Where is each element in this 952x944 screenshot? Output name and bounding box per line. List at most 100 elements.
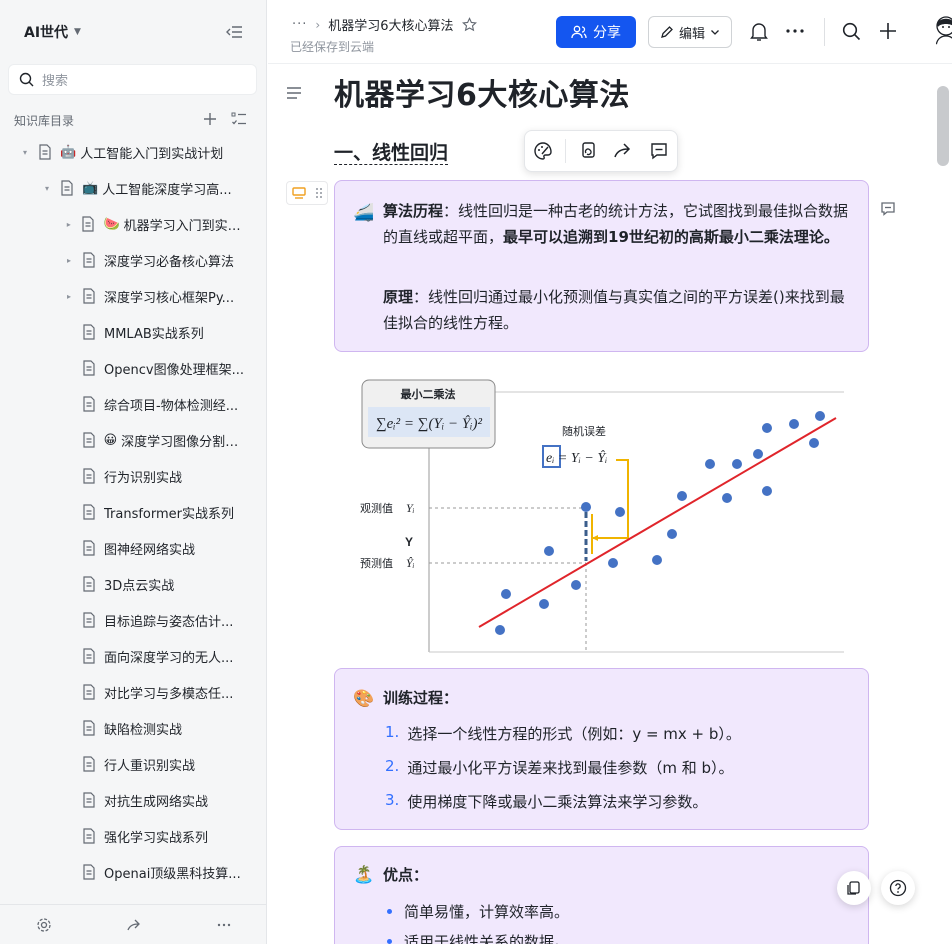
sidebar-item-label: 机器学习入门到实战...	[123, 218, 246, 234]
sidebar-item[interactable]: Openai顶级黑科技算...	[64, 854, 246, 890]
sidebar-item[interactable]: Opencv图像处理框架...	[64, 350, 246, 386]
sidebar-item[interactable]: 对比学习与多模态任...	[64, 674, 246, 710]
step-number: 1.	[385, 723, 400, 741]
scrollbar-track[interactable]	[938, 64, 952, 944]
sidebar-item[interactable]: 面向深度学习的无人...	[64, 638, 246, 674]
chevron-right-icon: ›	[315, 17, 321, 32]
expander-icon[interactable]: ▾	[20, 148, 30, 157]
sidebar-item[interactable]: ▸ 深度学习核心框架Py...	[64, 278, 246, 314]
expander-icon[interactable]: ▸	[64, 256, 74, 265]
breadcrumb-more[interactable]: ···	[292, 17, 307, 32]
sidebar-item[interactable]: 目标追踪与姿态估计...	[64, 602, 246, 638]
block-handle[interactable]	[286, 181, 328, 205]
sidebar-item[interactable]: 图神经网络实战	[64, 530, 246, 566]
copy-link-icon[interactable]	[570, 141, 606, 161]
avatar[interactable]	[932, 14, 952, 48]
step-number: 2.	[385, 757, 400, 775]
palette-icon[interactable]	[525, 141, 561, 161]
plus-icon[interactable]	[879, 22, 897, 40]
sidebar-item[interactable]: Transformer实战系列	[64, 494, 246, 530]
sidebar-item[interactable]: 行人重识别实战	[64, 746, 246, 782]
search-icon[interactable]	[842, 22, 861, 41]
sidebar-item-label: 对比学习与多模态任...	[104, 686, 234, 702]
sidebar-item[interactable]: 对抗生成网络实战	[64, 782, 246, 818]
data-point	[677, 491, 687, 501]
sidebar-item-label: Opencv图像处理框架...	[104, 362, 244, 378]
data-point	[753, 449, 763, 459]
callout-history: 🚄 算法历程：线性回归是一种古老的统计方法，它试图找到最佳拟合数据的直线或超平面…	[334, 180, 869, 352]
sidebar-item[interactable]: 3D点云实战	[64, 566, 246, 602]
outline-icon[interactable]	[286, 86, 302, 100]
divider	[824, 18, 825, 46]
data-point	[732, 459, 742, 469]
edit-button[interactable]: 编辑	[648, 16, 732, 48]
data-point	[652, 555, 662, 565]
document-body: 机器学习6大核心算法 一、线性回归 🚄 算法历程：线性回归是一种古老的统计方法，…	[268, 64, 938, 944]
scrollbar-thumb[interactable]	[937, 86, 949, 166]
help-button[interactable]	[881, 871, 915, 905]
breadcrumb-title[interactable]: 机器学习6大核心算法	[328, 15, 453, 34]
forward-icon[interactable]	[605, 141, 641, 161]
predicted-label: 预测值	[360, 557, 393, 570]
data-point	[501, 589, 511, 599]
sidebar-item[interactable]: ▾ 📺 人工智能深度学习高...	[42, 170, 246, 206]
document-icon	[82, 792, 96, 808]
workspace-switcher[interactable]: AI世代 ▼	[24, 22, 81, 42]
bell-icon[interactable]	[750, 22, 768, 42]
section-title: 知识库目录	[14, 114, 75, 128]
data-point	[571, 580, 581, 590]
add-icon[interactable]	[203, 112, 217, 126]
bullet-dot	[387, 939, 392, 944]
document-icon	[82, 360, 96, 376]
sidebar-item[interactable]: MMLAB实战系列	[64, 314, 246, 350]
sidebar-item-label: 行人重识别实战	[104, 758, 196, 774]
more-icon[interactable]	[216, 917, 232, 933]
pencil-icon	[661, 26, 673, 38]
callout-emoji: 🚄	[353, 203, 375, 223]
expander-icon[interactable]: ▸	[64, 220, 73, 229]
sidebar-item[interactable]: ▾ 🤖 人工智能入门到实战计划	[20, 134, 246, 170]
sidebar-item-label: 目标追踪与姿态估计...	[104, 614, 234, 630]
data-point	[762, 423, 772, 433]
sidebar: AI世代 ▼ 搜索 知识库目录 ▾ 🤖 人工智能入门到实战计划 ▾ 📺 人工智能深度学习高…	[0, 0, 267, 944]
sidebar-item-label: MMLAB实战系列	[104, 326, 204, 342]
add-comment-icon[interactable]	[880, 201, 896, 217]
search-input[interactable]: 搜索	[8, 64, 257, 95]
sidebar-item[interactable]: 缺陷检测实战	[64, 710, 246, 746]
document-icon	[82, 684, 96, 700]
collapse-sidebar-icon[interactable]	[226, 24, 244, 40]
settings-icon[interactable]	[36, 917, 52, 933]
sidebar-item[interactable]: 强化学习实战系列	[64, 818, 246, 854]
copy-doc-button[interactable]	[837, 871, 871, 905]
sidebar-item[interactable]: ▸ 深度学习必备核心算法	[64, 242, 246, 278]
sidebar-item[interactable]: 综合项目-物体检测经...	[64, 386, 246, 422]
expander-icon[interactable]: ▸	[64, 292, 74, 301]
data-point	[667, 529, 677, 539]
callout-principle-text: 原理：线性回归通过最小化预测值与真实值之间的平方误差()来找到最佳拟合的线性方程…	[383, 288, 845, 332]
training-step: 1. 选择一个线性方程的形式（例如：y = mx + b）。	[385, 723, 741, 744]
observed-symbol: Yᵢ	[406, 501, 415, 515]
share-out-icon[interactable]	[126, 917, 142, 933]
more-options-icon[interactable]	[786, 28, 804, 34]
share-people-icon	[571, 25, 587, 39]
step-text: 通过最小化平方误差来找到最佳参数（m 和 b）。	[407, 759, 734, 777]
document-icon	[82, 468, 96, 484]
advantage-item: 适用于线性关系的数据。	[387, 931, 569, 944]
formula-box-title: 最小二乘法	[401, 387, 456, 401]
sidebar-item-label: Openai顶级黑科技算...	[104, 866, 241, 882]
sidebar-item[interactable]: ▸ 🍉 机器学习入门到实战...	[64, 206, 246, 242]
step-text: 使用梯度下降或最小二乘法算法来学习参数。	[407, 793, 708, 811]
callout-training-heading: 训练过程：	[383, 689, 459, 707]
sidebar-item-label: 缺陷检测实战	[104, 722, 183, 738]
sidebar-item[interactable]: 😀 深度学习图像分割实战	[64, 422, 246, 458]
list-settings-icon[interactable]	[231, 112, 247, 126]
comment-icon[interactable]	[641, 141, 677, 161]
document-icon	[82, 504, 96, 520]
observed-label: 观测值	[360, 502, 393, 515]
star-icon[interactable]	[461, 17, 477, 32]
data-point	[608, 558, 618, 568]
expander-icon[interactable]: ▾	[42, 184, 52, 193]
share-button[interactable]: 分享	[556, 16, 636, 48]
sidebar-item-label: 3D点云实战	[104, 578, 175, 594]
sidebar-item[interactable]: 行为识别实战	[64, 458, 246, 494]
